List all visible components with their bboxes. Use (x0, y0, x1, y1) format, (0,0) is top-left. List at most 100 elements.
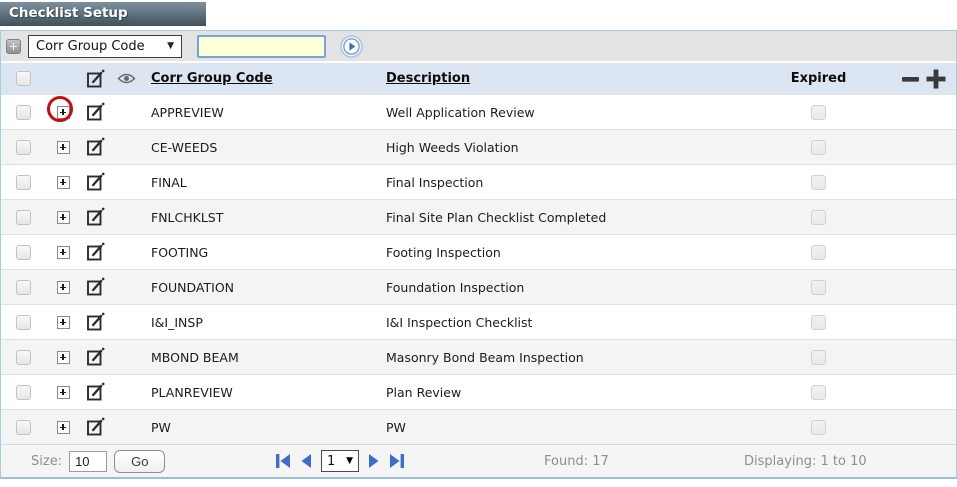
row-edit-icon[interactable] (86, 347, 106, 367)
row-code: MBOND BEAM (151, 349, 239, 365)
displaying-range: Displaying: 1 to 10 (744, 453, 867, 469)
row-select-checkbox[interactable] (15, 279, 31, 295)
expand-plus-icon[interactable] (56, 105, 70, 119)
chevron-down-icon: ▼ (346, 456, 353, 466)
expand-plus-icon[interactable] (56, 140, 70, 154)
found-count: Found: 17 (544, 453, 609, 469)
page-title: Checklist Setup (0, 2, 206, 26)
pager-bar: Size: Go 1 ▼ (1, 444, 956, 477)
table-body: APPREVIEW Well Application Review CE-WEE… (1, 94, 956, 444)
search-submit-button[interactable] (340, 34, 363, 58)
row-expired-checkbox[interactable] (811, 209, 826, 225)
table-row: FINAL Final Inspection (1, 164, 956, 199)
table-row: FOOTING Footing Inspection (1, 234, 956, 269)
row-code: PLANREVIEW (151, 384, 233, 400)
table-row: CE-WEEDS High Weeds Violation (1, 129, 956, 164)
row-expired-checkbox[interactable] (811, 174, 826, 190)
page-size-input[interactable] (69, 450, 108, 472)
expand-plus-icon[interactable] (56, 280, 70, 294)
row-expired-checkbox[interactable] (811, 139, 826, 155)
first-page-icon[interactable] (275, 453, 291, 469)
table-row: I&I_INSP I&I Inspection Checklist (1, 304, 956, 339)
row-edit-icon[interactable] (86, 172, 106, 192)
expand-plus-icon[interactable] (56, 420, 70, 434)
row-select-checkbox[interactable] (15, 104, 31, 120)
row-description: Plan Review (386, 384, 462, 400)
go-button[interactable]: Go (114, 449, 166, 473)
last-page-icon[interactable] (389, 453, 405, 469)
expand-plus-icon[interactable] (56, 350, 70, 364)
row-code: APPREVIEW (151, 104, 224, 120)
row-select-checkbox[interactable] (15, 349, 31, 365)
select-all-checkbox[interactable] (15, 71, 31, 86)
row-code: FINAL (151, 174, 187, 190)
row-description: Masonry Bond Beam Inspection (386, 349, 584, 365)
row-edit-icon[interactable] (86, 137, 106, 157)
row-expired-checkbox[interactable] (811, 279, 826, 295)
row-edit-icon[interactable] (86, 102, 106, 122)
row-edit-icon[interactable] (86, 312, 106, 332)
table-row: APPREVIEW Well Application Review (1, 94, 956, 129)
row-description: Footing Inspection (386, 244, 501, 260)
row-expired-checkbox[interactable] (811, 349, 826, 365)
row-edit-icon[interactable] (86, 277, 106, 297)
row-description: Well Application Review (386, 104, 535, 120)
row-code: I&I_INSP (151, 314, 203, 330)
table-row: MBOND BEAM Masonry Bond Beam Inspection (1, 339, 956, 374)
add-criteria-plus-icon[interactable] (6, 38, 21, 54)
row-select-checkbox[interactable] (15, 384, 31, 400)
row-edit-icon[interactable] (86, 382, 106, 402)
row-edit-icon[interactable] (86, 242, 106, 262)
expand-plus-icon[interactable] (56, 210, 70, 224)
row-select-checkbox[interactable] (15, 174, 31, 190)
table-row: PW PW (1, 409, 956, 444)
search-input[interactable] (197, 34, 326, 58)
expand-plus-icon[interactable] (56, 175, 70, 189)
row-select-checkbox[interactable] (15, 314, 31, 330)
row-edit-icon[interactable] (86, 417, 106, 437)
page-number-value: 1 (327, 453, 336, 469)
table-row: FOUNDATION Foundation Inspection (1, 269, 956, 304)
row-expired-checkbox[interactable] (811, 244, 826, 260)
eye-icon[interactable] (116, 72, 136, 85)
row-expired-checkbox[interactable] (811, 419, 826, 435)
row-description: Final Site Plan Checklist Completed (386, 209, 607, 225)
row-select-checkbox[interactable] (15, 419, 31, 435)
circle-play-icon (340, 34, 363, 58)
remove-row-minus-icon[interactable] (901, 69, 920, 89)
expand-plus-icon[interactable] (56, 315, 70, 329)
column-header-description[interactable]: Description (381, 71, 756, 86)
search-toolbar: Corr Group Code ▼ (1, 31, 956, 63)
row-select-checkbox[interactable] (15, 244, 31, 260)
row-description: Foundation Inspection (386, 279, 525, 295)
row-expired-checkbox[interactable] (811, 104, 826, 120)
row-code: FOOTING (151, 244, 209, 260)
edit-icon[interactable] (86, 69, 106, 89)
row-expired-checkbox[interactable] (811, 384, 826, 400)
table-header-row: Corr Group Code Description Expired (1, 63, 956, 94)
row-expired-checkbox[interactable] (811, 314, 826, 330)
previous-page-icon[interactable] (300, 453, 312, 469)
row-description: PW (386, 419, 406, 435)
search-field-select[interactable]: Corr Group Code ▼ (28, 34, 182, 58)
row-select-checkbox[interactable] (15, 139, 31, 155)
chevron-down-icon: ▼ (167, 41, 174, 51)
column-header-expired: Expired (790, 71, 847, 86)
page-number-select[interactable]: 1 ▼ (321, 450, 359, 472)
row-description: High Weeds Violation (386, 139, 519, 155)
next-page-icon[interactable] (368, 453, 380, 469)
row-code: FOUNDATION (151, 279, 235, 295)
expand-plus-icon[interactable] (56, 385, 70, 399)
row-description: Final Inspection (386, 174, 484, 190)
add-row-plus-icon[interactable] (925, 68, 947, 90)
row-edit-icon[interactable] (86, 207, 106, 227)
table-row: FNLCHKLST Final Site Plan Checklist Comp… (1, 199, 956, 234)
expand-plus-icon[interactable] (56, 245, 70, 259)
row-code: CE-WEEDS (151, 139, 218, 155)
search-field-selected-label: Corr Group Code (36, 38, 145, 54)
column-header-code[interactable]: Corr Group Code (141, 71, 381, 86)
row-description: I&I Inspection Checklist (386, 314, 533, 330)
row-select-checkbox[interactable] (15, 209, 31, 225)
size-label: Size: (31, 453, 63, 469)
row-code: FNLCHKLST (151, 209, 224, 225)
